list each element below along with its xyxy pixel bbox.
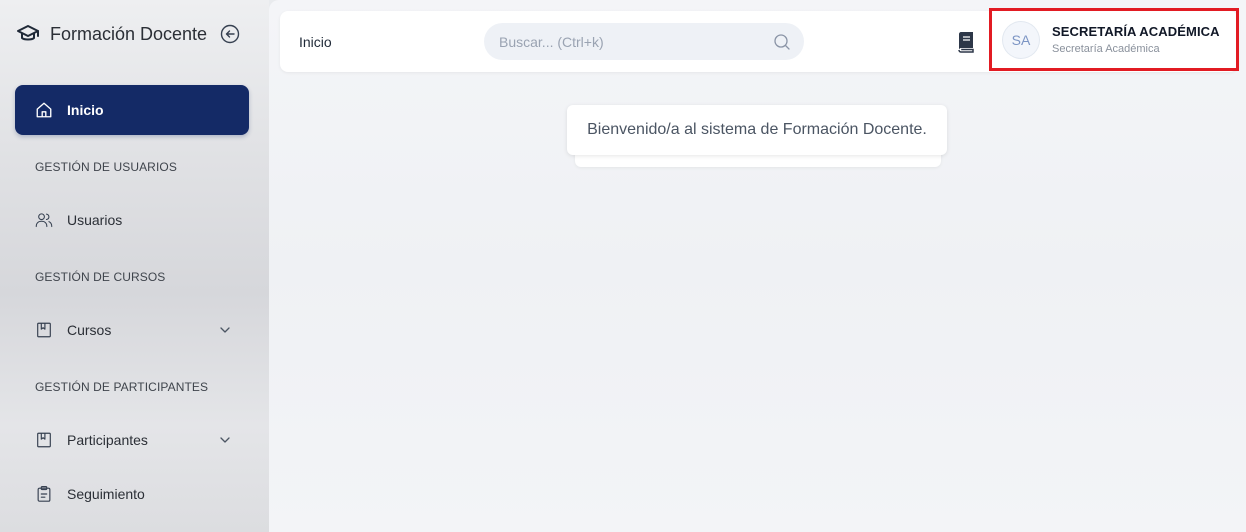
section-gestion-usuarios: GESTIÓN DE USUARIOS [35, 160, 177, 174]
home-icon [35, 101, 53, 119]
sidebar-item-inicio[interactable]: Inicio [15, 85, 249, 135]
app: Formación Docente Inicio GESTIÓN DE USUA… [0, 0, 1246, 532]
sidebar-item-label: Cursos [67, 322, 112, 338]
sidebar-item-seguimiento[interactable]: Seguimiento [15, 472, 249, 516]
book-icon[interactable] [956, 31, 976, 53]
sidebar-item-label: Seguimiento [67, 486, 145, 502]
brand-title: Formación Docente [50, 23, 208, 44]
search-bar[interactable] [484, 23, 804, 60]
search-icon[interactable] [772, 32, 792, 52]
clipboard-icon [35, 485, 53, 503]
section-gestion-participantes: GESTIÓN DE PARTICIPANTES [35, 380, 209, 394]
sidebar-item-usuarios[interactable]: Usuarios [15, 198, 249, 242]
user-info: SECRETARÍA ACADÉMICA Secretaría Académic… [1052, 24, 1220, 55]
welcome-message: Bienvenido/a al sistema de Formación Doc… [567, 105, 947, 155]
main-content: Inicio SA [269, 0, 1246, 532]
topbar: Inicio SA [280, 8, 1239, 72]
chevron-down-icon[interactable] [217, 322, 233, 338]
sidebar-item-participantes[interactable]: Participantes [15, 418, 249, 462]
user-menu[interactable]: SA SECRETARÍA ACADÉMICA Secretaría Acadé… [989, 8, 1239, 71]
sidebar: Formación Docente Inicio GESTIÓN DE USUA… [0, 0, 269, 532]
arrow-left-circle-icon[interactable] [220, 24, 240, 44]
sidebar-item-cursos[interactable]: Cursos [15, 308, 249, 352]
chevron-down-icon[interactable] [217, 432, 233, 448]
breadcrumb[interactable]: Inicio [299, 34, 332, 50]
bookmark-icon [35, 321, 53, 339]
brand: Formación Docente [16, 20, 244, 48]
graduation-cap-icon [16, 22, 40, 46]
search-input[interactable] [499, 33, 759, 50]
users-icon [35, 211, 53, 229]
bookmark-icon [35, 431, 53, 449]
sidebar-item-label: Usuarios [67, 212, 123, 228]
user-name: SECRETARÍA ACADÉMICA [1052, 24, 1220, 39]
sidebar-item-label: Inicio [67, 102, 104, 118]
user-role: Secretaría Académica [1052, 43, 1160, 55]
sidebar-item-label: Participantes [67, 432, 148, 448]
section-gestion-cursos: GESTIÓN DE CURSOS [35, 270, 166, 284]
avatar[interactable]: SA [1003, 21, 1039, 58]
